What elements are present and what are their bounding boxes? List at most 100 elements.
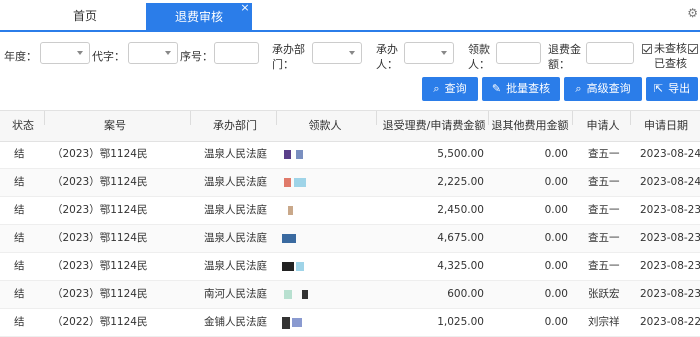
cell-payee-redacted <box>282 309 362 336</box>
cell-state: 结 <box>14 148 25 160</box>
search-icon: ⌕ <box>575 82 582 95</box>
amount-input[interactable] <box>586 42 634 64</box>
dept-select[interactable] <box>312 42 362 64</box>
table-row[interactable]: 结 （2023）鄂1124民 温泉人民法庭 2,225.00 0.00 查五一 … <box>0 169 700 197</box>
batch-check-button[interactable]: ✎ 批量查核 <box>482 77 560 101</box>
cell-applicant: 查五一 <box>588 176 620 188</box>
cell-date: 2023-08-23 <box>640 260 700 272</box>
table-row[interactable]: 结 （2023）鄂1124民 温泉人民法庭 2,450.00 0.00 查五一 … <box>0 197 700 225</box>
header-other: 退其他费用金额 <box>491 119 569 132</box>
cell-case[interactable]: （2023）鄂1124民 <box>52 253 147 280</box>
unchecked-checkbox[interactable] <box>642 44 652 54</box>
chevron-down-icon <box>165 51 171 55</box>
edit-icon: ✎ <box>491 82 502 95</box>
batch-check-button-label: 批量查核 <box>506 82 551 95</box>
cell-dept: 南河人民法庭 <box>204 288 267 300</box>
tab-refund-review[interactable]: 退费审核 × <box>146 2 252 30</box>
chevron-down-icon <box>77 51 83 55</box>
cell-payee-redacted <box>282 281 362 308</box>
cell-amount: 4,675.00 <box>437 232 484 244</box>
cell-applicant: 查五一 <box>588 232 620 244</box>
header-payee: 领款人 <box>308 119 342 132</box>
cell-applicant: 刘宗祥 <box>588 316 620 328</box>
cell-payee-redacted <box>282 169 362 196</box>
cell-dept: 温泉人民法庭 <box>204 148 267 160</box>
cell-dept: 温泉人民法庭 <box>204 232 267 244</box>
cell-date: 2023-08-23 <box>640 232 700 244</box>
close-icon[interactable]: × <box>240 2 250 13</box>
cell-date: 2023-08-24 <box>640 148 700 160</box>
handler-select[interactable] <box>404 42 454 64</box>
cell-state: 结 <box>14 288 25 300</box>
year-label: 年度： <box>4 50 37 63</box>
cell-dept: 温泉人民法庭 <box>204 204 267 216</box>
cell-date: 2023-08-23 <box>640 204 700 216</box>
code-select[interactable] <box>128 42 178 64</box>
table-row[interactable]: 结 （2023）鄂1124民 南河人民法庭 600.00 0.00 张跃宏 20… <box>0 281 700 309</box>
cell-case[interactable]: （2022）鄂1124民 <box>52 309 147 336</box>
amount-label: 退费金额： <box>548 43 581 71</box>
cell-amount: 5,500.00 <box>437 148 484 160</box>
cell-applicant: 查五一 <box>588 260 620 272</box>
header-applicant: 申请人 <box>586 119 620 132</box>
chevron-down-icon <box>349 51 355 55</box>
unchecked-label: 未查核 <box>654 42 687 55</box>
tab-home[interactable]: 首页 <box>40 2 130 30</box>
cell-date: 2023-08-23 <box>640 288 700 300</box>
cell-other: 0.00 <box>544 232 568 244</box>
cell-other: 0.00 <box>544 148 568 160</box>
query-button-label: 查询 <box>444 82 467 95</box>
search-icon: ⌕ <box>433 82 440 95</box>
seq-label: 序号： <box>180 50 213 63</box>
table-row[interactable]: 结 （2023）鄂1124民 温泉人民法庭 5,500.00 0.00 查五一 … <box>0 141 700 169</box>
cell-case[interactable]: （2023）鄂1124民 <box>52 141 147 168</box>
payee-input[interactable] <box>496 42 541 64</box>
table-row[interactable]: 结 （2022）鄂1124民 金铺人民法庭 1,025.00 0.00 刘宗祥 … <box>0 309 700 337</box>
cell-state: 结 <box>14 232 25 244</box>
cell-payee-redacted <box>282 253 362 280</box>
cell-state: 结 <box>14 260 25 272</box>
cell-other: 0.00 <box>544 260 568 272</box>
export-button-label: 导出 <box>668 82 691 95</box>
cell-case[interactable]: （2023）鄂1124民 <box>52 197 147 224</box>
cell-other: 0.00 <box>544 204 568 216</box>
cell-case[interactable]: （2023）鄂1124民 <box>52 281 147 308</box>
cell-dept: 温泉人民法庭 <box>204 176 267 188</box>
query-button[interactable]: ⌕ 查询 <box>422 77 478 101</box>
cell-amount: 2,225.00 <box>437 176 484 188</box>
cell-case[interactable]: （2023）鄂1124民 <box>52 225 147 252</box>
cell-applicant: 张跃宏 <box>588 288 620 300</box>
advanced-search-button[interactable]: ⌕ 高级查询 <box>564 77 642 101</box>
dept-label: 承办部门： <box>272 43 305 71</box>
checked-label: 已查核 <box>654 57 687 70</box>
cell-other: 0.00 <box>544 288 568 300</box>
gear-icon[interactable]: ⚙ <box>687 6 698 20</box>
table-header: 状态 案号 承办部门 领款人 退受理费/申请费金额 退其他费用金额 申请人 申请… <box>0 110 700 142</box>
header-case: 案号 <box>104 119 126 132</box>
cell-date: 2023-08-22 <box>640 316 700 328</box>
cell-other: 0.00 <box>544 316 568 328</box>
export-button[interactable]: ⇱ 导出 <box>646 77 698 101</box>
header-separator <box>630 111 631 125</box>
tab-refund-review-label: 退费审核 <box>174 10 223 24</box>
cell-payee-redacted <box>282 141 362 168</box>
header-dept: 承办部门 <box>213 119 257 132</box>
cell-amount: 1,025.00 <box>437 316 484 328</box>
checked-checkbox[interactable] <box>688 44 698 54</box>
code-label: 代字： <box>92 50 125 63</box>
cell-state: 结 <box>14 176 25 188</box>
header-separator <box>276 111 277 125</box>
year-select[interactable] <box>40 42 90 64</box>
cell-payee-redacted <box>282 225 362 252</box>
chevron-down-icon <box>441 51 447 55</box>
table-row[interactable]: 结 （2023）鄂1124民 温泉人民法庭 4,675.00 0.00 查五一 … <box>0 225 700 253</box>
cell-payee-redacted <box>282 197 362 224</box>
cell-applicant: 查五一 <box>588 204 620 216</box>
table-row[interactable]: 结 （2023）鄂1124民 温泉人民法庭 4,325.00 0.00 查五一 … <box>0 253 700 281</box>
header-state: 状态 <box>12 119 34 132</box>
seq-input[interactable] <box>214 42 259 64</box>
cell-case[interactable]: （2023）鄂1124民 <box>52 169 147 196</box>
cell-dept: 金铺人民法庭 <box>204 316 267 328</box>
header-separator <box>44 111 45 125</box>
cell-amount: 4,325.00 <box>437 260 484 272</box>
